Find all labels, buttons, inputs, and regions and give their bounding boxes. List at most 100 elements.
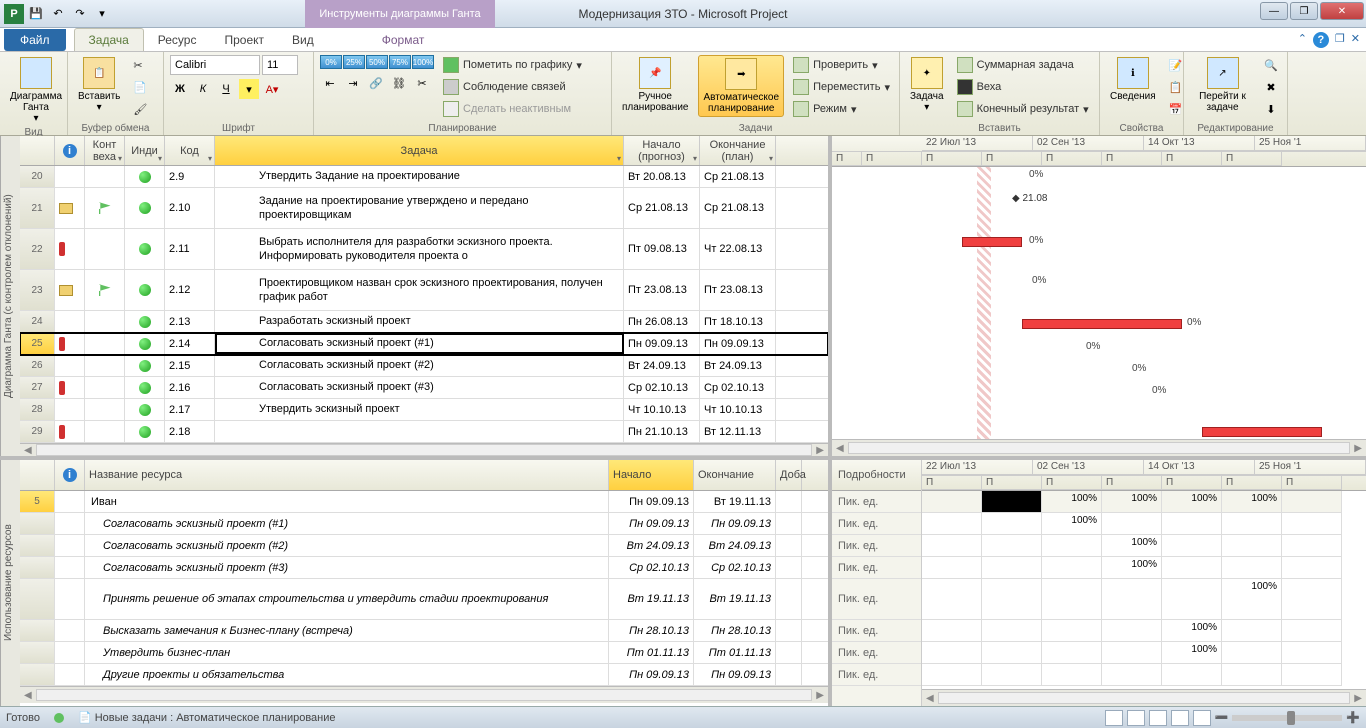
task-row[interactable]: 20 2.9 Утвердить Задание на проектирован… [20,166,828,188]
unlink-button[interactable]: ⛓ [389,73,409,93]
maximize-button[interactable]: ❐ [1290,2,1318,20]
timeline-button[interactable]: 📅 [1166,99,1186,119]
resource-row[interactable]: Согласовать эскизный проект (#1) Пн 09.0… [20,513,828,535]
zoom-slider[interactable] [1232,715,1342,721]
app-icon[interactable]: P [4,4,24,24]
usage-row[interactable] [922,664,1366,686]
insert-task-button[interactable]: ✦Задача▾ [906,55,948,115]
format-painter-button[interactable]: 🖌 [130,99,150,119]
tab-task[interactable]: Задача [74,28,144,51]
copy-button[interactable]: 📄 [130,77,150,97]
col-start[interactable]: Начало (прогноз)▾ [624,136,700,165]
usage-row[interactable]: 100% [922,620,1366,642]
cut-button[interactable]: ✂ [130,55,150,75]
gantt-bars[interactable]: 0% ◆ 21.08 0% 0% 0% 0% 0% 0% [832,167,1366,439]
bottom-view-label[interactable]: Использование ресурсов [0,460,20,706]
tab-resource[interactable]: Ресурс [144,29,211,51]
scroll-to-task-button[interactable]: ↗Перейти к задаче [1190,55,1255,115]
pct-50[interactable]: 50% [366,55,388,69]
resource-row[interactable]: Согласовать эскизный проект (#3) Ср 02.1… [20,557,828,579]
qat-more-icon[interactable]: ▾ [92,4,112,24]
bold-button[interactable]: Ж [170,79,190,99]
resource-row[interactable]: Другие проекты и обязательства Пн 09.09.… [20,664,828,686]
bottom-grid-hscroll[interactable]: ◀▶ [20,686,828,703]
task-row[interactable]: 24 2.13 Разработать эскизный проект Пн 2… [20,311,828,333]
usage-row[interactable]: 100% [922,557,1366,579]
minimize-ribbon-icon[interactable]: ⌃ [1298,32,1307,48]
inspect-button[interactable]: Проверить ▾ [790,55,893,75]
font-name-input[interactable] [170,55,260,75]
col-resource-name[interactable]: Название ресурса [85,460,609,490]
tab-view[interactable]: Вид [278,29,328,51]
resource-row[interactable]: Согласовать эскизный проект (#2) Вт 24.0… [20,535,828,557]
col-extra[interactable]: Доба [776,460,802,490]
view-sheet-icon[interactable] [1171,710,1189,726]
task-row[interactable]: 21 2.10 Задание на проектирование утверж… [20,188,828,229]
usage-row[interactable]: 100%100%100%100% [922,491,1366,513]
view-gantt-icon[interactable] [1105,710,1123,726]
redo-icon[interactable]: ↷ [70,4,90,24]
file-tab[interactable]: Файл [4,29,66,51]
paste-button[interactable]: 📋Вставить▾ [74,55,124,115]
tab-format[interactable]: Формат [368,29,439,51]
bgcolor-button[interactable]: ▾ [239,79,259,99]
details-header[interactable]: Подробности [832,460,921,491]
close-window-icon[interactable]: ✕ [1351,32,1360,48]
resource-row[interactable]: 5 Иван Пн 09.09.13 Вт 19.11.13 [20,491,828,513]
restore-window-icon[interactable]: ❐ [1335,32,1345,48]
close-button[interactable]: ✕ [1320,2,1364,20]
help-icon[interactable]: ? [1313,32,1329,48]
milestone-button[interactable]: Веха [954,77,1092,97]
split-button[interactable]: ✂ [412,73,432,93]
col-milestone[interactable]: Конт веха▾ [85,136,125,165]
top-grid-hscroll[interactable]: ◀▶ [20,443,828,456]
col-start-bottom[interactable]: Начало [609,460,694,490]
resource-row[interactable]: Высказать замечания к Бизнес-плану (встр… [20,620,828,642]
zoom-in-icon[interactable]: ➕ [1346,711,1360,724]
underline-button[interactable]: Ч [216,79,236,99]
resource-row[interactable]: Принять решение об этапах строительства … [20,579,828,620]
task-row[interactable]: 26 2.15 Согласовать эскизный проект (#2)… [20,355,828,377]
usage-hscroll[interactable]: ◀▶ [922,689,1366,706]
usage-row[interactable]: 100% [922,535,1366,557]
clear-button[interactable]: ✖ [1261,77,1281,97]
details-button[interactable]: 📋 [1166,77,1186,97]
mode-button[interactable]: Режим ▾ [790,99,893,119]
summary-task-button[interactable]: Суммарная задача [954,55,1092,75]
task-row[interactable]: 22 2.11 Выбрать исполнителя для разработ… [20,229,828,270]
task-row[interactable]: 25 2.14 Согласовать эскизный проект (#1)… [20,333,828,355]
pct-25[interactable]: 25% [343,55,365,69]
fontcolor-button[interactable]: A▾ [262,79,282,99]
italic-button[interactable]: К [193,79,213,99]
deliverable-button[interactable]: Конечный результат ▾ [954,99,1092,119]
pct-75[interactable]: 75% [389,55,411,69]
zoom-out-icon[interactable]: ➖ [1215,711,1229,724]
resource-row[interactable]: Утвердить бизнес-план Пт 01.11.13 Пт 01.… [20,642,828,664]
save-icon[interactable]: 💾 [26,4,46,24]
col-finish[interactable]: Окончание (план)▾ [700,136,776,165]
col-task[interactable]: Задача▾ [215,136,624,165]
task-row[interactable]: 29 2.18 Пн 21.10.13 Вт 12.11.13 [20,421,828,443]
font-size-input[interactable] [262,55,298,75]
view-usage-icon[interactable] [1127,710,1145,726]
gantt-view-button[interactable]: Диаграмма Ганта▾ [6,55,66,126]
pct-100[interactable]: 100% [412,55,434,69]
find-button[interactable]: 🔍 [1261,55,1281,75]
indent-button[interactable]: ⇥ [343,73,363,93]
information-button[interactable]: ℹСведения [1106,55,1160,104]
usage-row[interactable]: 100% [922,642,1366,664]
minimize-button[interactable]: — [1260,2,1288,20]
tab-project[interactable]: Проект [210,29,278,51]
top-view-label[interactable]: Диаграмма Ганта (с контролем отклонений) [0,136,20,456]
outdent-button[interactable]: ⇤ [320,73,340,93]
col-finish-bottom[interactable]: Окончание [694,460,776,490]
col-code[interactable]: Код▾ [165,136,215,165]
gantt-hscroll[interactable]: ◀▶ [832,439,1366,456]
auto-schedule-button[interactable]: ➡Автоматическое планирование [698,55,784,117]
task-row[interactable]: 23 2.12 Проектировщиком назван срок эски… [20,270,828,311]
inactivate-button[interactable]: Сделать неактивным [440,99,585,119]
pct-0[interactable]: 0% [320,55,342,69]
fill-button[interactable]: ⬇ [1261,99,1281,119]
col-indicator[interactable]: Инди▾ [125,136,165,165]
view-form-icon[interactable] [1193,710,1211,726]
